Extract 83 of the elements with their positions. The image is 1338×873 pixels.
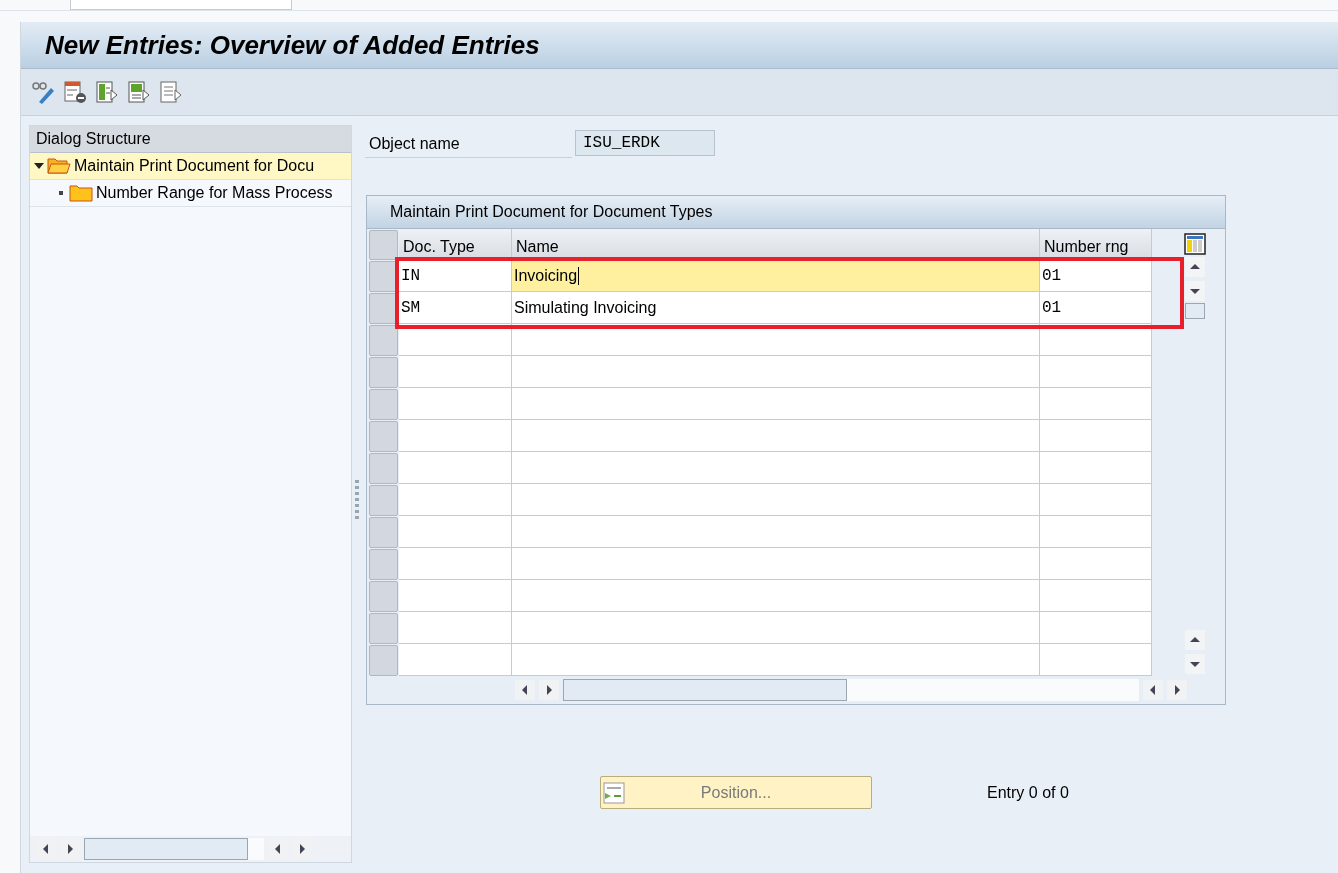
scroll-left-icon[interactable] (1143, 680, 1163, 700)
table-cell[interactable] (1040, 356, 1152, 388)
open-folder-icon (47, 157, 71, 175)
tree-item[interactable]: Number Range for Mass Process (30, 180, 351, 207)
row-selector[interactable] (369, 357, 398, 388)
row-selector[interactable] (369, 485, 398, 516)
document-arrow-icon[interactable] (95, 80, 119, 104)
tree-item[interactable]: Maintain Print Document for Docu (30, 153, 351, 180)
table-cell[interactable]: IN (399, 260, 512, 292)
position-icon (603, 781, 625, 804)
table-cell[interactable] (1040, 644, 1152, 676)
table-cell[interactable] (399, 388, 512, 420)
table-cell[interactable] (399, 516, 512, 548)
position-button[interactable]: Position... (600, 776, 872, 809)
folder-icon (69, 184, 93, 202)
table-cell[interactable] (399, 644, 512, 676)
splitter-handle[interactable] (355, 480, 359, 522)
scrollbar-thumb[interactable] (1185, 303, 1205, 319)
table-cell[interactable] (1040, 548, 1152, 580)
table-cell[interactable] (512, 612, 1040, 644)
expanded-arrow-icon[interactable] (34, 162, 44, 170)
table-cell[interactable] (512, 452, 1040, 484)
table-cell[interactable] (512, 356, 1040, 388)
document-arrow-icon[interactable] (159, 80, 183, 104)
scroll-left-icon[interactable] (515, 680, 535, 700)
table-cell[interactable] (1040, 580, 1152, 612)
table-cell[interactable]: Simulating Invoicing (512, 292, 1040, 324)
row-selector[interactable] (369, 389, 398, 420)
scrollbar-thumb[interactable] (563, 679, 847, 701)
row-selector[interactable] (369, 517, 398, 548)
object-name-field: ISU_ERDK (575, 130, 715, 156)
table-cell[interactable]: SM (399, 292, 512, 324)
table-cell[interactable]: 01 (1040, 292, 1152, 324)
scroll-down-icon[interactable] (1185, 654, 1205, 674)
table-cell[interactable] (1040, 516, 1152, 548)
table-cell[interactable] (399, 580, 512, 612)
row-selector[interactable] (369, 325, 398, 356)
scroll-up-icon[interactable] (1185, 257, 1205, 277)
table-cell[interactable] (512, 484, 1040, 516)
command-field[interactable] (70, 0, 292, 10)
column-settings-icon[interactable] (1184, 233, 1206, 255)
table-cell[interactable] (399, 356, 512, 388)
entry-count: Entry 0 of 0 (987, 783, 1069, 802)
table-cell[interactable] (512, 420, 1040, 452)
select-all-cell[interactable] (369, 230, 398, 260)
field-label: Object name (365, 128, 572, 158)
table-cell[interactable] (512, 644, 1040, 676)
row-selector[interactable] (369, 421, 398, 452)
table-cell[interactable] (512, 388, 1040, 420)
scroll-right-icon[interactable] (1167, 680, 1187, 700)
table-cell[interactable] (512, 580, 1040, 612)
glasses-pencil-icon[interactable] (31, 80, 55, 104)
table-cell[interactable] (1040, 388, 1152, 420)
scroll-up-icon[interactable] (1185, 630, 1205, 650)
scrollbar-thumb[interactable] (84, 838, 248, 860)
tree-item-label: Number Range for Mass Process (96, 184, 333, 202)
scroll-down-icon[interactable] (1185, 281, 1205, 301)
list-minus-icon[interactable] (63, 80, 87, 104)
window-title: New Entries: Overview of Added Entries (45, 29, 540, 61)
bullet-icon[interactable] (56, 189, 66, 197)
table-cell[interactable] (1040, 484, 1152, 516)
table-cell[interactable] (399, 548, 512, 580)
table-cell[interactable] (1040, 420, 1152, 452)
row-selector[interactable] (369, 453, 398, 484)
row-selector[interactable] (369, 581, 398, 612)
scroll-right-icon[interactable] (539, 680, 559, 700)
table-cell[interactable] (399, 420, 512, 452)
row-selector[interactable] (369, 645, 398, 676)
table-cell[interactable] (512, 548, 1040, 580)
table-title: Maintain Print Document for Document Types (367, 196, 1225, 229)
row-selector[interactable] (369, 613, 398, 644)
table-cell[interactable] (1040, 612, 1152, 644)
panel-header: Dialog Structure (30, 126, 351, 153)
table-cell[interactable]: 01 (1040, 260, 1152, 292)
table-cell[interactable] (512, 516, 1040, 548)
table-cell[interactable] (1040, 452, 1152, 484)
table-cell[interactable] (399, 612, 512, 644)
document-arrow-icon[interactable] (127, 80, 151, 104)
tree-item-label: Maintain Print Document for Docu (74, 157, 315, 175)
table-cell[interactable] (399, 484, 512, 516)
table-cell[interactable] (399, 452, 512, 484)
row-selector[interactable] (369, 549, 398, 580)
table-cell[interactable]: Invoicing (512, 260, 1040, 292)
